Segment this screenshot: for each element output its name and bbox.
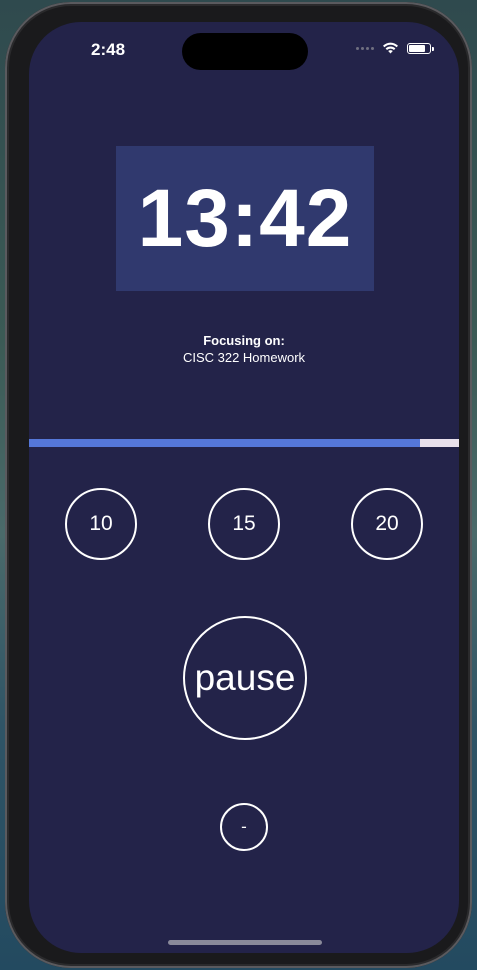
phone-frame: 2:48 13:42 Focusing on: CISC 322 Homewor…	[5, 2, 472, 968]
status-bar: 2:48	[29, 22, 459, 76]
status-time: 2:48	[91, 40, 126, 59]
focus-task: CISC 322 Homework	[182, 350, 306, 365]
preset-15-button[interactable]: 15	[208, 488, 280, 560]
timer-text: 13:42	[137, 172, 353, 264]
battery-icon	[407, 42, 434, 54]
progress-bar	[29, 439, 459, 447]
status-icons	[356, 42, 434, 54]
focus-label: Focusing on:	[203, 333, 285, 348]
timer-display: 13:42	[116, 146, 374, 291]
minus-button[interactable]: -	[220, 803, 268, 851]
dynamic-island	[182, 33, 308, 70]
home-indicator	[168, 940, 322, 945]
app-screen: 2:48 13:42 Focusing on: CISC 322 Homewor…	[29, 22, 459, 953]
progress-bar-fill	[29, 439, 421, 447]
wifi-icon	[383, 42, 398, 54]
preset-10-button[interactable]: 10	[65, 488, 137, 560]
cellular-signal-icon	[356, 46, 374, 50]
preset-20-button[interactable]: 20	[351, 488, 423, 560]
pause-button[interactable]: pause	[183, 616, 307, 740]
